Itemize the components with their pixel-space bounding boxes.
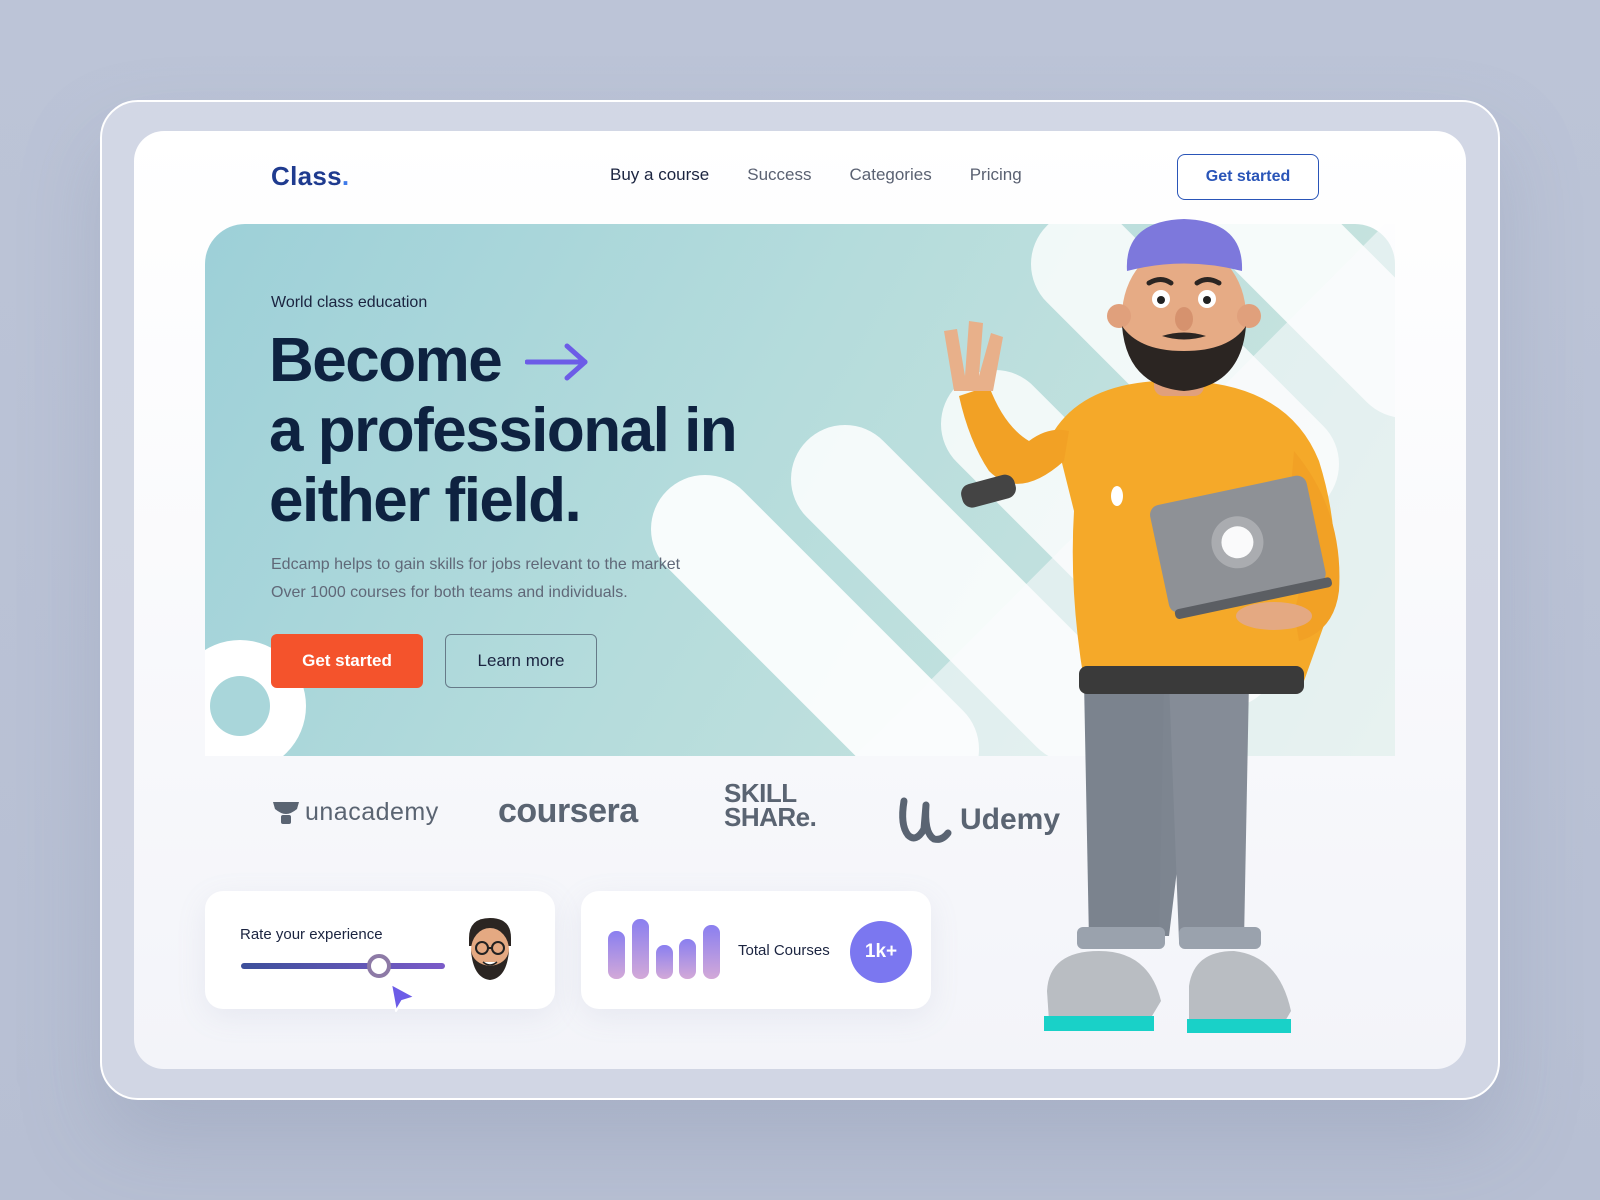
hero-get-started-button[interactable]: Get started (271, 634, 423, 688)
logo-dot: . (341, 161, 350, 191)
headline-line-2: a professional in (269, 396, 738, 465)
bar-2 (632, 919, 649, 979)
rate-label: Rate your experience (240, 926, 383, 943)
rating-slider-track[interactable] (241, 963, 445, 969)
unacademy-logo: unacademy (271, 798, 439, 827)
memoji-avatar-icon (469, 918, 511, 980)
unacademy-text: unacademy (305, 798, 439, 826)
bar-3 (656, 945, 673, 979)
skillshare-line-2: SHARe. (724, 802, 817, 832)
skillshare-logo: SKILL SHARe. (724, 780, 817, 832)
hero-description: Edcamp helps to gain skills for jobs rel… (271, 551, 771, 607)
pointer-cursor-icon (390, 983, 416, 1012)
nav-item-categories[interactable]: Categories (849, 165, 931, 185)
rate-experience-card: Rate your experience (205, 891, 555, 1012)
nav-get-started-button[interactable]: Get started (1177, 154, 1319, 200)
headline-line-3: either field. (269, 466, 582, 535)
bar-4 (679, 939, 696, 979)
coursera-logo: coursera (498, 792, 638, 830)
main-nav: Buy a course Success Categories Pricing (610, 165, 1022, 185)
nav-item-success[interactable]: Success (747, 165, 811, 185)
arrow-right-icon (525, 343, 588, 381)
bar-1 (608, 931, 625, 979)
landing-page: Class. Buy a course Success Categories P… (134, 131, 1466, 1069)
headline-line-1: Become (269, 326, 503, 395)
nav-item-pricing[interactable]: Pricing (970, 165, 1022, 185)
unacademy-icon (273, 801, 299, 824)
hero-eyebrow: World class education (271, 294, 428, 311)
learn-more-button[interactable]: Learn more (445, 634, 597, 688)
total-courses-card: Total Courses 1k+ (581, 891, 931, 1009)
desc-line-2: Over 1000 courses for both teams and ind… (271, 584, 628, 601)
brand-logo[interactable]: Class. (271, 161, 349, 192)
rating-slider-thumb[interactable] (367, 954, 391, 978)
logo-text: Class (271, 161, 342, 191)
bar-5 (703, 925, 720, 979)
desc-line-1: Edcamp helps to gain skills for jobs rel… (271, 556, 681, 573)
nav-item-buy-course[interactable]: Buy a course (610, 165, 709, 185)
hero-headline: Become a professional in either field. (269, 326, 789, 536)
total-courses-label: Total Courses (738, 942, 830, 959)
courses-bar-chart (608, 919, 720, 979)
waving-student-illustration (944, 219, 1340, 1033)
